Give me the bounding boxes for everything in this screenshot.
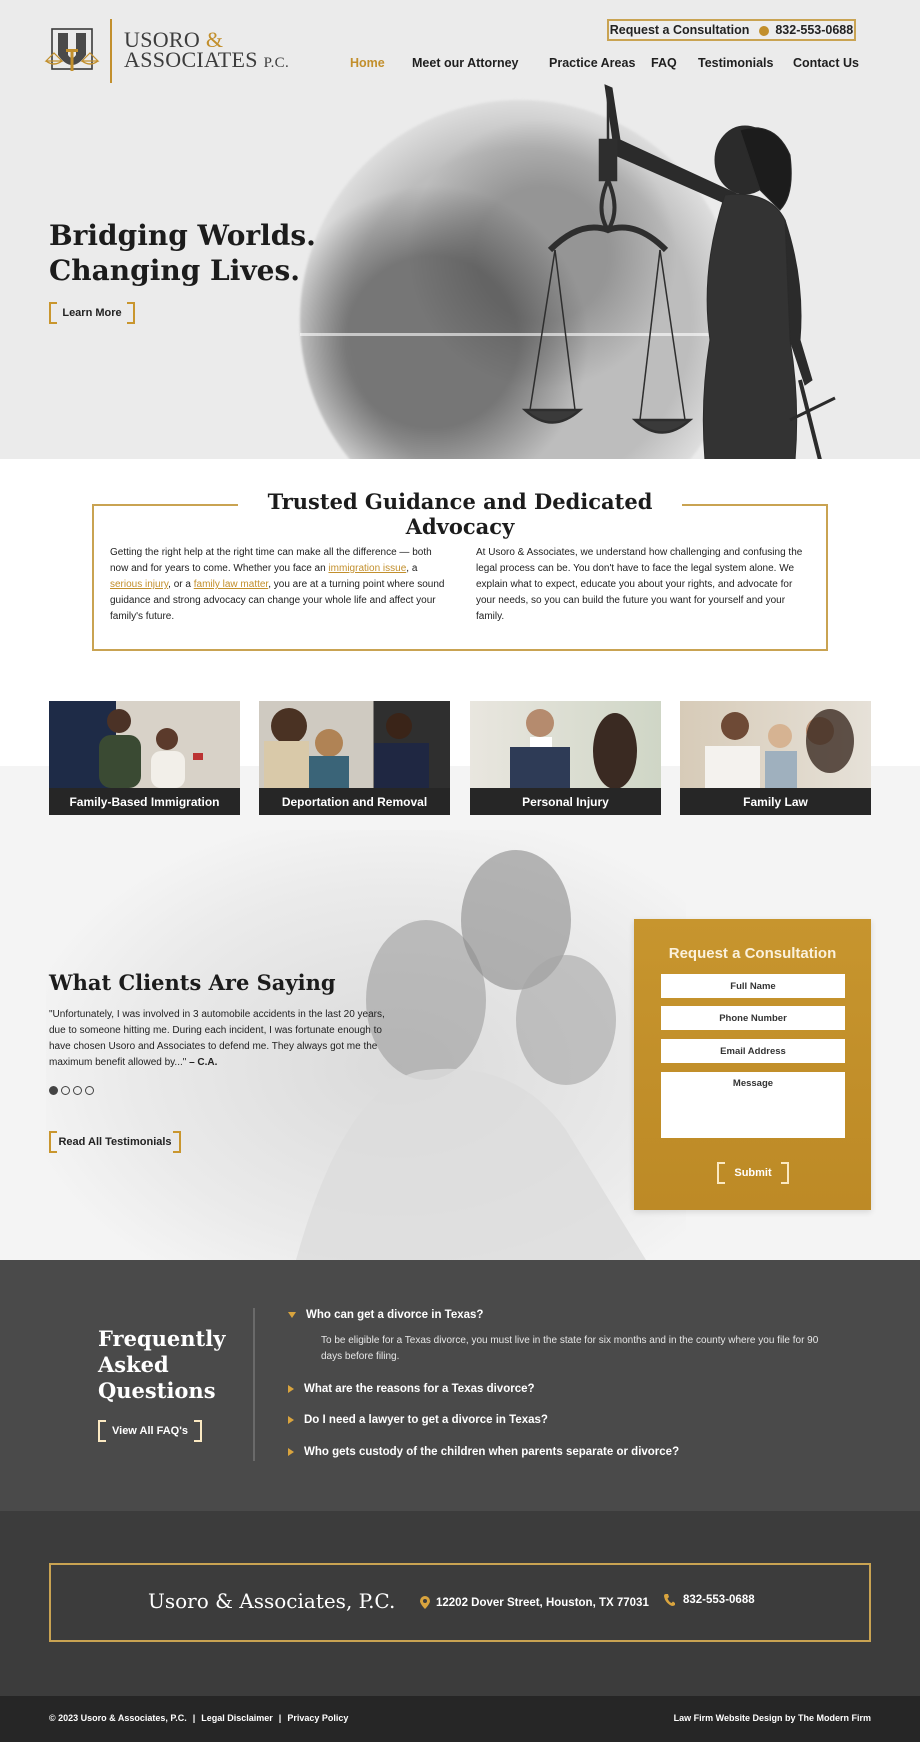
faq-item-1[interactable]: Who can get a divorce in Texas? [288,1309,483,1321]
testimonial-quote: "Unfortunately, I was involved in 3 auto… [49,1007,404,1071]
hero-title: Bridging Worlds. Changing Lives. [49,218,316,288]
hero-section: USORO & ASSOCIATES P.C. Request a Consul… [0,0,920,459]
bottom-bar: © 2023 Usoro & Associates, P.C. | Legal … [0,1696,920,1742]
phone-icon [664,1594,675,1606]
footer-firm-name: Usoro & Associates, P.C. [148,1589,396,1613]
practice-card-deportation[interactable]: Deportation and Removal [259,701,450,815]
map-pin-icon [420,1596,430,1609]
trusted-text: , a [406,563,418,574]
header-request-consultation-link[interactable]: Request a Consultation [610,23,750,37]
read-all-testimonials-button[interactable]: Read All Testimonials [49,1131,181,1153]
header-phone-number: 832-553-0688 [775,23,854,37]
practice-card-family-immigration[interactable]: Family-Based Immigration [49,701,240,815]
practice-card-photo [49,701,240,788]
faq-question: Who can get a divorce in Texas? [306,1309,484,1321]
hero-title-line1: Bridging Worlds. [49,219,316,252]
privacy-policy-link[interactable]: Privacy Policy [287,1713,348,1723]
practice-card-image [99,709,203,788]
faq-question: Who gets custody of the children when pa… [304,1446,680,1458]
full-name-input[interactable] [661,974,845,998]
faq-question: Do I need a lawyer to get a divorce in T… [304,1414,548,1426]
faq-question: What are the reasons for a Texas divorce… [304,1383,535,1395]
testimonial-author: – C.A. [189,1057,218,1068]
faq-title: Frequently Asked Questions [98,1326,225,1404]
caret-right-icon [288,1385,294,1393]
testimonial-carousel-dots [49,1086,94,1095]
caret-right-icon [288,1448,294,1456]
practice-card-image [264,708,429,788]
trusted-right-paragraph: At Usoro & Associates, we understand how… [476,547,803,622]
practice-card-image [510,709,637,789]
designer-credit-link[interactable]: Law Firm Website Design by The Modern Fi… [674,1713,871,1723]
phone-icon [759,26,770,36]
practice-card-photo [259,701,450,788]
phone-number-input[interactable] [661,1006,845,1030]
message-textarea[interactable] [661,1072,845,1138]
trusted-text: , or a [168,579,194,590]
immigration-issue-link[interactable]: immigration issue [328,563,406,574]
nav-practice-areas[interactable]: Practice Areas [549,56,635,70]
practice-card-label: Personal Injury [470,788,661,815]
footer-address: 12202 Dover Street, Houston, TX 77031 [436,1596,649,1609]
legal-disclaimer-link[interactable]: Legal Disclaimer [201,1713,273,1723]
hero-title-line2: Changing Lives. [49,254,300,287]
faq-title-line3: Questions [98,1378,216,1403]
nav-contact-us[interactable]: Contact Us [793,56,859,70]
learn-more-button[interactable]: Learn More [49,302,135,324]
carousel-dot-1[interactable] [49,1086,58,1095]
practice-card-label: Family-Based Immigration [49,788,240,815]
main-nav: Home Meet our Attorney Practice Areas FA… [0,56,920,72]
practice-card-image [705,709,854,788]
faq-item-3[interactable]: Do I need a lawyer to get a divorce in T… [288,1414,548,1426]
logo-divider [110,19,112,83]
practice-card-label: Family Law [680,788,871,815]
footer-address-link[interactable]: 12202 Dover Street, Houston, TX 77031 [420,1596,649,1609]
carousel-dot-2[interactable] [61,1086,70,1095]
bottom-legal-links: © 2023 Usoro & Associates, P.C. | Legal … [49,1713,348,1723]
practice-card-personal-injury[interactable]: Personal Injury [470,701,661,815]
header-consultation-bar: Request a Consultation 832-553-0688 [607,19,856,41]
practice-card-photo [470,701,661,789]
faq-divider [253,1308,255,1461]
copyright-text: © 2023 Usoro & Associates, P.C. [49,1713,187,1723]
view-all-faqs-button[interactable]: View All FAQ's [98,1420,202,1442]
site-logo[interactable]: USORO & ASSOCIATES P.C. [44,18,289,84]
separator: | [192,1713,196,1723]
carousel-dot-4[interactable] [85,1086,94,1095]
practice-card-photo [680,701,871,788]
trusted-left-paragraph: Getting the right help at the right time… [110,545,447,625]
caret-right-icon [288,1416,294,1424]
faq-answer: To be eligible for a Texas divorce, you … [321,1335,819,1362]
consultation-form-title: Request a Consultation [668,945,837,962]
nav-home[interactable]: Home [350,56,385,70]
faq-item-4[interactable]: Who gets custody of the children when pa… [288,1446,679,1458]
trusted-guidance-title: Trusted Guidance and Dedicated Advocacy [238,489,682,539]
practice-card-label: Deportation and Removal [259,788,450,815]
footer-phone-link[interactable]: 832-553-0688 [664,1594,755,1606]
faq-title-line1: Frequently [98,1326,226,1351]
lady-justice-statue-image [521,84,836,459]
carousel-dot-3[interactable] [73,1086,82,1095]
nav-testimonials[interactable]: Testimonials [698,56,773,70]
submit-button[interactable]: Submit [717,1162,789,1184]
email-address-input[interactable] [661,1039,845,1063]
consultation-form: Request a Consultation Submit [634,919,871,1210]
footer-phone-number: 832-553-0688 [683,1594,755,1606]
faq-item-2[interactable]: What are the reasons for a Texas divorce… [288,1383,535,1395]
nav-meet-our-attorney[interactable]: Meet our Attorney [412,56,519,70]
serious-injury-link[interactable]: serious injury [110,579,168,590]
family-law-matter-link[interactable]: family law matter [194,579,268,590]
separator: | [278,1713,282,1723]
header-phone-link[interactable]: 832-553-0688 [759,23,853,37]
testimonials-title: What Clients Are Saying [49,970,336,995]
faq-title-line2: Asked [98,1352,169,1377]
nav-faq[interactable]: FAQ [651,56,677,70]
practice-card-family-law[interactable]: Family Law [680,701,871,815]
caret-down-icon [288,1312,296,1318]
